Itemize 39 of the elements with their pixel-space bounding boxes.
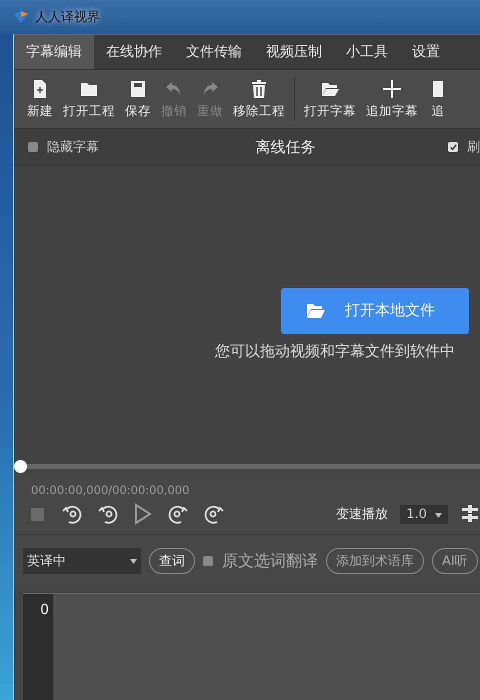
translate-action-button[interactable]: 添加到术语库 [326, 548, 424, 574]
toolbar-button[interactable]: 打开字幕 [299, 78, 361, 120]
toolbar-button[interactable]: 追加字幕 [361, 78, 423, 120]
line-number: 0 [40, 602, 49, 618]
menu-tab[interactable]: 在线协作 [94, 35, 174, 69]
caret-icon [435, 512, 442, 518]
translate-action-button[interactable]: AI听 [432, 548, 478, 574]
lookup-button[interactable]: 查词 [149, 548, 195, 574]
menu-tab[interactable]: 文件传输 [174, 35, 254, 69]
toolbar-button[interactable]: 新建 [22, 78, 58, 120]
toolbar-button[interactable]: 移除工程 [228, 78, 290, 120]
offline-tasks-title: 离线任务 [256, 138, 316, 156]
app-logo-icon [13, 10, 29, 24]
menu-tab[interactable]: 设置 [400, 35, 452, 69]
select-translate-checkbox[interactable]: 原文选词翻译 [203, 550, 318, 572]
check-icon [448, 142, 458, 152]
hide-subtitles-checkbox[interactable]: 隐藏字幕 [28, 138, 99, 156]
toolbar-button[interactable]: 保存 [120, 78, 156, 120]
drag-hint-text: 您可以拖动视频和字幕文件到软件中 [215, 342, 455, 360]
language-select[interactable]: 英译中 [23, 548, 141, 574]
menu-tab[interactable]: 视频压制 [254, 35, 334, 69]
toolbar-button[interactable]: 追 [423, 78, 453, 120]
toolbar-button[interactable]: 打开工程 [58, 78, 120, 120]
window-title: 人人译视界 [35, 9, 100, 26]
open-folder-icon [305, 302, 327, 320]
timeline-handle[interactable] [14, 460, 27, 473]
refresh-checkbox[interactable]: 刷 [448, 138, 480, 156]
plus-icon [382, 78, 402, 98]
play-icon[interactable] [132, 502, 154, 526]
menu-tab[interactable]: 字幕编辑 [14, 35, 94, 69]
time-display: 00:00:00,000/00:00:00,000 [31, 483, 190, 497]
settings-sliders-icon[interactable] [460, 505, 480, 523]
save-icon [128, 78, 148, 98]
caret-icon [130, 558, 137, 564]
speed-select[interactable]: 1.0 [400, 504, 448, 524]
trash-icon [249, 78, 269, 98]
timeline-track[interactable] [27, 464, 480, 469]
speed-label: 变速播放 [336, 506, 388, 523]
menu-tab[interactable]: 小工具 [334, 35, 400, 69]
